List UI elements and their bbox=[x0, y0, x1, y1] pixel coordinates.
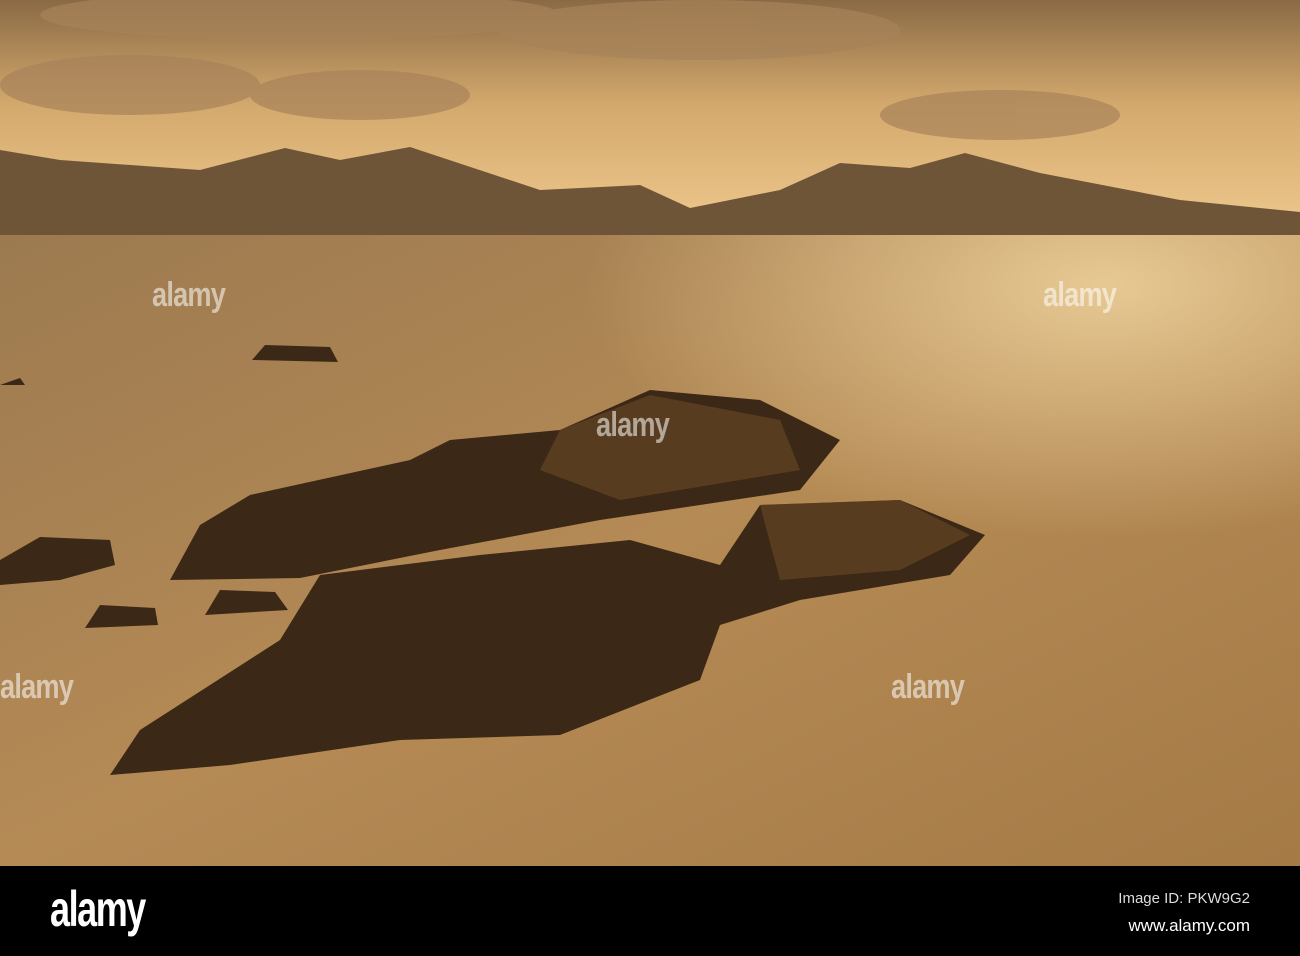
watermark: alamy bbox=[152, 276, 226, 314]
watermark: alamy bbox=[891, 668, 965, 706]
footer-bar: alamy Image ID: PKW9G2 www.alamy.com bbox=[0, 866, 1300, 956]
watermark: alamy bbox=[0, 668, 74, 706]
site-url: www.alamy.com bbox=[1128, 916, 1250, 935]
watermark: alamy bbox=[596, 406, 670, 444]
watermark: alamy bbox=[1043, 276, 1117, 314]
image-id: Image ID: PKW9G2 bbox=[1118, 890, 1250, 907]
alamy-logo: alamy bbox=[50, 881, 146, 937]
